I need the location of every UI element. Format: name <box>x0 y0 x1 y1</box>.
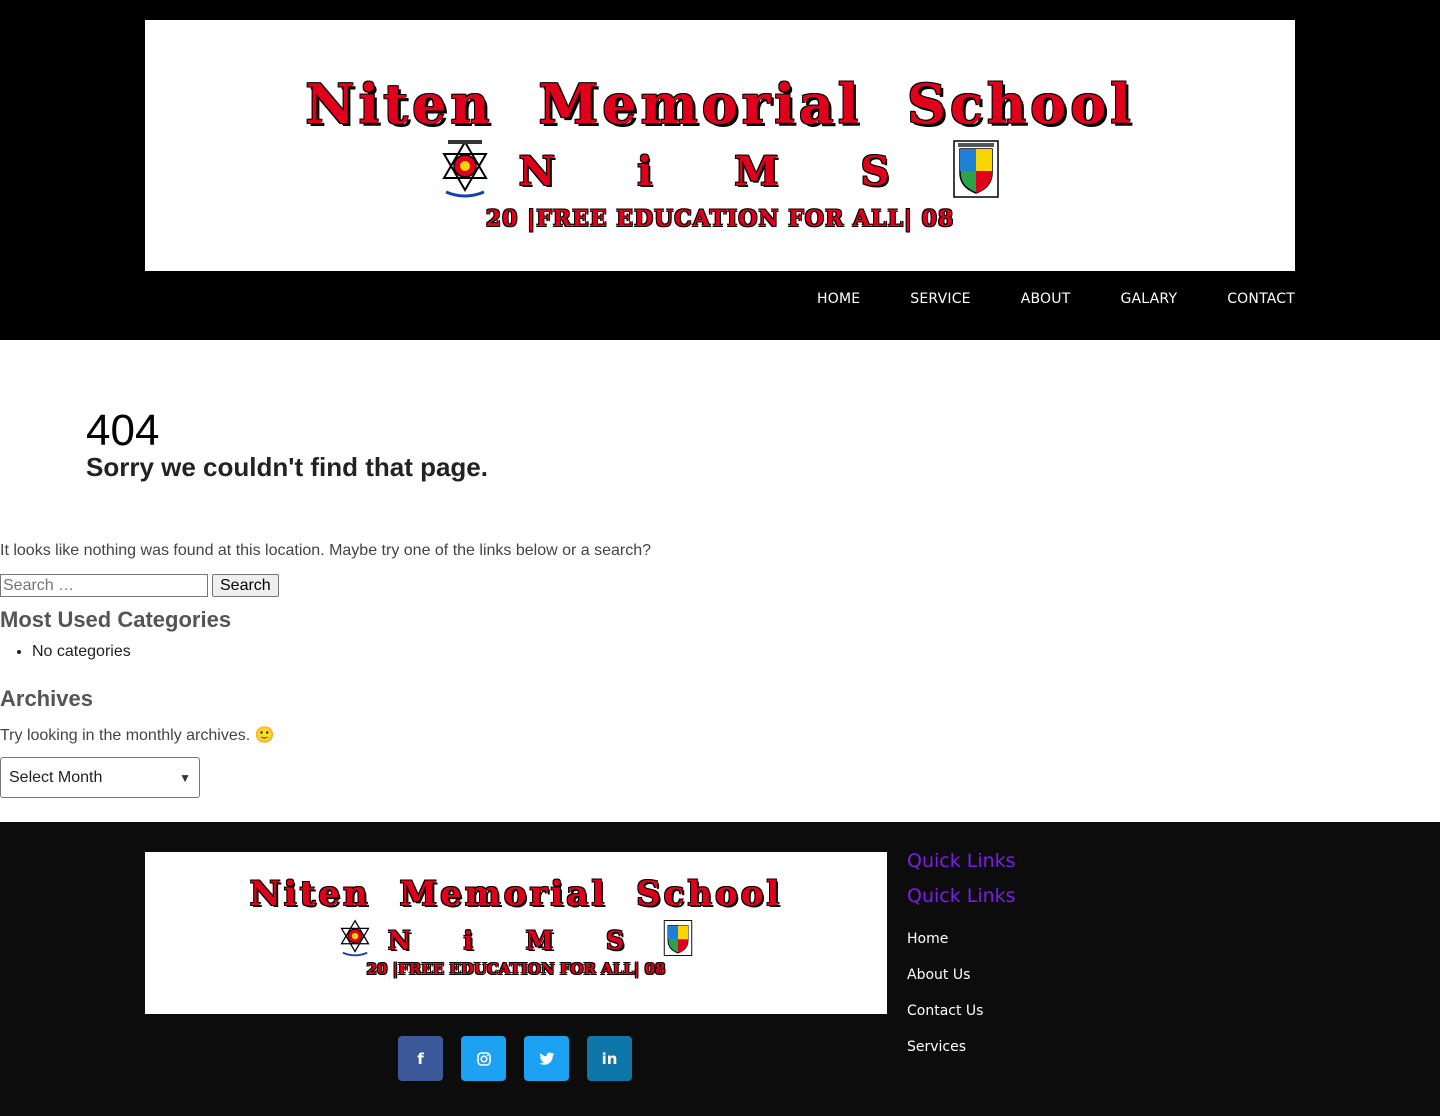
nav-about[interactable]: ABOUT <box>1021 291 1071 307</box>
star-crest-icon <box>339 918 371 963</box>
social-links: f in <box>398 1036 632 1081</box>
shield-crest-icon <box>952 139 1000 204</box>
error-message: It looks like nothing was found at this … <box>0 542 652 559</box>
categories-heading: Most Used Categories <box>0 607 232 632</box>
footer-logo-tagline: 20 |FREE EDUCATION FOR ALL| 08 <box>366 960 666 978</box>
header-logo-banner[interactable]: Niten Memorial School N i M S 20 |FREE E… <box>145 20 1295 271</box>
site-footer: Niten Memorial School N i M S 20 |FREE E… <box>0 822 1440 1116</box>
linkedin-icon[interactable]: in <box>587 1036 632 1081</box>
footer-logo-emblem-row: N i M S <box>145 918 887 960</box>
twitter-icon[interactable] <box>524 1036 569 1081</box>
footer-link-about-us[interactable]: About Us <box>907 966 983 1002</box>
nav-home[interactable]: HOME <box>817 291 860 307</box>
footer-link-home[interactable]: Home <box>907 930 983 966</box>
site-header: Niten Memorial School N i M S 20 |FREE E… <box>0 0 1440 340</box>
footer-logo-title: Niten Memorial School <box>249 874 783 914</box>
logo-acronym: N i M S <box>518 148 924 195</box>
nav-galary[interactable]: GALARY <box>1120 291 1177 307</box>
facebook-icon[interactable]: f <box>398 1036 443 1081</box>
archives-message: Try looking in the monthly archives. 🙂 <box>0 727 275 744</box>
search-button[interactable]: Search <box>212 574 279 597</box>
shield-crest-icon <box>663 919 693 962</box>
logo-tagline: 20 |FREE EDUCATION FOR ALL| 08 <box>485 206 955 232</box>
list-item: No categories <box>32 643 131 661</box>
archive-month-select-value: Select Month <box>9 768 103 786</box>
quick-links-title: Quick Links <box>907 850 1016 872</box>
error-headline: Sorry we couldn't find that page. <box>86 452 488 482</box>
logo-title: Niten Memorial School <box>305 72 1135 136</box>
error-code: 404 <box>86 406 160 455</box>
footer-link-services[interactable]: Services <box>907 1038 983 1074</box>
nav-contact[interactable]: CONTACT <box>1227 291 1295 307</box>
quick-links-list: Home About Us Contact Us Services <box>907 930 983 1074</box>
star-crest-icon <box>440 138 490 205</box>
nav-service[interactable]: SERVICE <box>910 291 970 307</box>
footer-logo-acronym: N i M S <box>387 926 647 955</box>
instagram-icon[interactable] <box>461 1036 506 1081</box>
chevron-down-icon: ▼ <box>179 770 191 785</box>
quick-links-subtitle: Quick Links <box>907 885 1016 907</box>
search-form: Search <box>0 574 279 597</box>
search-input[interactable] <box>0 574 208 597</box>
archives-heading: Archives <box>0 686 93 711</box>
footer-logo-banner[interactable]: Niten Memorial School N i M S 20 |FREE E… <box>145 852 887 1014</box>
main-nav: HOME SERVICE ABOUT GALARY CONTACT <box>767 291 1295 307</box>
logo-emblem-row: N i M S <box>145 138 1295 208</box>
categories-list: No categories <box>32 643 131 661</box>
footer-link-contact-us[interactable]: Contact Us <box>907 1002 983 1038</box>
archive-month-select[interactable]: Select Month ▼ <box>0 757 200 798</box>
